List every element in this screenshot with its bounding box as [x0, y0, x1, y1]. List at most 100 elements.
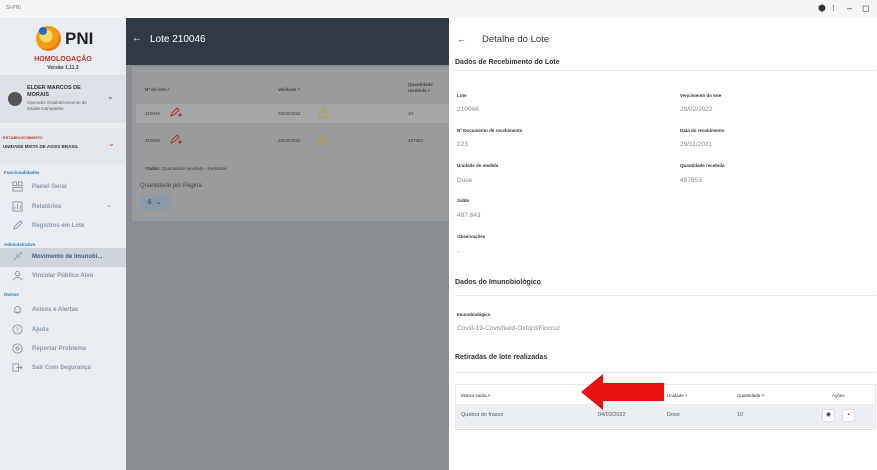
cell-motivo: Quebra do frasco: [461, 412, 504, 418]
quantidade-value: 487853: [680, 177, 702, 184]
app-name: SI-PNI: [6, 5, 21, 11]
observacoes-label: Observações: [457, 234, 486, 239]
help-icon: ?: [12, 324, 23, 335]
back-arrow-icon[interactable]: ←: [132, 33, 142, 44]
pen-alert-icon: [170, 134, 182, 144]
user-card[interactable]: ELDER MARCOS DE MORAIS Operador Estabele…: [0, 75, 126, 123]
chevron-down-icon[interactable]: ⌄: [107, 92, 114, 101]
eye-icon: ◉: [825, 412, 832, 418]
maximize-icon[interactable]: ◻: [862, 3, 869, 13]
lote-value: 210046: [457, 106, 479, 113]
sidebar-item-label: Ajuda: [32, 327, 49, 333]
section-features: Funcionalidades: [4, 170, 40, 175]
bell-icon: [14, 305, 21, 314]
column-header-quantidade[interactable]: Quantidade ˄: [737, 393, 764, 398]
data-label: Data do recebimento: [680, 128, 725, 133]
section-others: Outros: [4, 292, 19, 297]
establishment-selector[interactable]: ESTABELECIMENTO UNIDADE MISTA DE ASSIS B…: [0, 128, 126, 164]
cell-quantidade: 10: [737, 412, 744, 418]
immuno-label: Imunobiológico: [457, 312, 491, 317]
sidebar-item-painel-geral[interactable]: Painel Geral: [0, 178, 126, 197]
logo-icon: [36, 26, 61, 51]
cell-quantidade: 487853: [408, 138, 424, 143]
back-arrow-icon[interactable]: ←: [457, 34, 466, 44]
report-icon: [12, 343, 23, 354]
sidebar-item-label: Registros em Lote: [32, 223, 85, 229]
column-header-quantidade[interactable]: Quantidade recebida ˄: [408, 82, 448, 94]
chevron-down-icon[interactable]: ⌄: [106, 201, 112, 209]
cell-quantidade: 10: [408, 111, 414, 116]
reports-icon: [12, 201, 23, 212]
sidebar-item-registros-em-lote[interactable]: Registros em Lote: [0, 217, 126, 236]
unidade-value: Dose: [457, 177, 473, 184]
per-page-label: Quantidade por Página: [140, 183, 202, 189]
sidebar-item-avisos[interactable]: Avisos e Alertas: [0, 301, 126, 320]
cell-lote: 210046: [145, 111, 161, 116]
sidebar-item-sair[interactable]: Sair Com Segurança: [0, 359, 126, 378]
user-name: ELDER MARCOS DE MORAIS: [27, 85, 81, 98]
sidebar-item-label: Sair Com Segurança: [32, 365, 91, 371]
cell-unidade: Dose: [667, 412, 680, 418]
sidebar-item-label: Avisos e Alertas: [32, 307, 79, 313]
sidebar-item-vincular[interactable]: Vincular Público Alvo: [0, 267, 126, 286]
divider: [455, 70, 875, 71]
svg-text:?: ?: [16, 326, 19, 334]
table-row[interactable]: 210046 28/02/2022 487853: [136, 131, 449, 150]
chevron-down-icon[interactable]: ⌄: [108, 139, 115, 148]
minimize-icon[interactable]: –: [847, 3, 852, 13]
receipt-heading: Dados de Recebimento do Lote: [455, 59, 560, 66]
saldo-note-label: *Saldo:: [145, 166, 161, 171]
cell-validade: 28/02/2022: [278, 111, 301, 116]
establishment-value: UNIDADE MISTA DE ASSIS BRASIL: [3, 144, 79, 149]
user-role: Operador Estabelecimento de Saúde-Campan…: [27, 100, 87, 111]
per-page-value: 5: [148, 200, 152, 206]
column-header-lote[interactable]: Nº do lote ˄: [145, 87, 170, 92]
detail-title: Detalhe do Lote: [482, 34, 550, 45]
syringe-icon: [13, 251, 23, 261]
logo-text: PNI: [65, 29, 94, 48]
sidebar-item-label: Movimento de Imunobi...: [32, 254, 103, 260]
divider: [455, 295, 875, 296]
warning-icon: [317, 106, 330, 118]
per-page-select[interactable]: 5 ⌄: [140, 195, 171, 210]
cell-lote: 210046: [145, 138, 161, 143]
table-row[interactable]: 210046 28/02/2022 10: [136, 104, 449, 123]
establishment-label: ESTABELECIMENTO: [3, 135, 43, 140]
quantidade-label: Quantidade recebida: [680, 163, 725, 168]
vencimento-value: 28/02/2022: [680, 106, 713, 113]
view-button[interactable]: ◉: [822, 409, 835, 422]
chevron-down-icon: ⌄: [156, 200, 162, 206]
logout-icon: [12, 363, 23, 372]
sidebar-item-relatorios[interactable]: Relatórios ⌄: [0, 198, 126, 217]
sidebar-item-movimento[interactable]: Movimento de Imunobi...: [0, 248, 126, 267]
withdrawals-heading: Retiradas de lote realizadas: [455, 354, 548, 361]
cell-validade: 28/02/2022: [278, 138, 301, 143]
documento-value: 123: [457, 141, 468, 148]
menu-icon[interactable]: ⁝: [832, 3, 835, 13]
sidebar: PNI HOMOLOGAÇÃO Versão 1.11.3 ELDER MARC…: [0, 18, 126, 470]
extensions-icon[interactable]: ⬢: [818, 3, 826, 13]
delete-button[interactable]: ▪: [842, 409, 855, 422]
window-titlebar: SI-PNI ⬢ ⁝ – ◻: [0, 0, 877, 18]
page-title: Lote 210046: [150, 34, 206, 45]
sidebar-item-label: Reportar Problema: [32, 346, 87, 352]
saldo-value: 487.843: [457, 212, 481, 219]
trash-icon: ▪: [847, 412, 850, 418]
sidebar-item-label: Painel Geral: [32, 184, 67, 190]
immuno-heading: Dados do Imunobiológico: [455, 279, 541, 286]
person-icon: [12, 270, 23, 281]
sidebar-item-reportar[interactable]: Reportar Problema: [0, 340, 126, 359]
data-value: 29/11/2021: [680, 141, 713, 148]
sidebar-item-label: Relatórios: [32, 204, 62, 210]
section-admin: Administrativo: [4, 242, 36, 247]
column-header-motivo[interactable]: Motivo saída ˄: [461, 393, 490, 398]
column-header-acoes: Ações: [832, 393, 845, 398]
lote-label: Lote: [457, 93, 467, 98]
environment-title: HOMOLOGAÇÃO: [34, 56, 92, 63]
avatar: [8, 92, 22, 106]
column-header-validade[interactable]: Validade ˄: [278, 87, 300, 92]
column-header-unidade[interactable]: Unidade ˄: [667, 393, 688, 398]
immuno-value: Covid-19-Covishield-Oxford/Fiocruz: [457, 325, 560, 332]
vencimento-label: Vencimento do lote: [680, 93, 722, 98]
sidebar-item-ajuda[interactable]: ? Ajuda: [0, 321, 126, 340]
